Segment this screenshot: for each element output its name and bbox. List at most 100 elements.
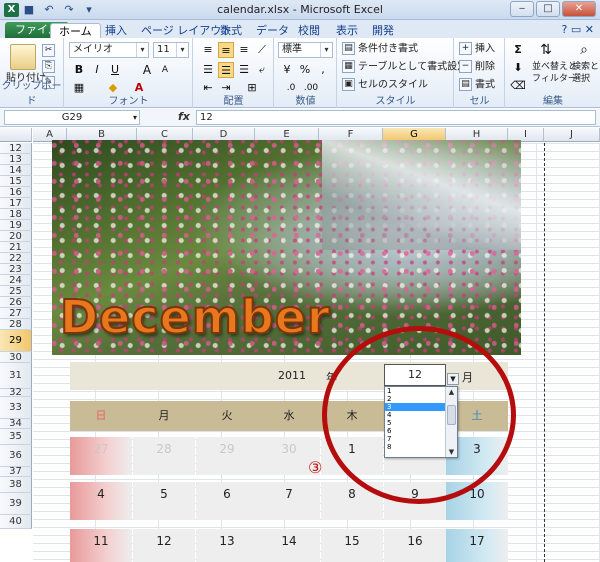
row-header-23[interactable]: 23 [0, 264, 32, 275]
window-controls: ‒ □ ✕ [510, 1, 596, 17]
minimize-button[interactable]: ‒ [510, 1, 534, 17]
row-header-36[interactable]: 36 [0, 445, 32, 467]
maximize-button[interactable]: □ [536, 1, 560, 17]
align-right-icon[interactable]: ☰ [236, 62, 252, 78]
bold-button[interactable]: B [71, 62, 87, 78]
day-cell[interactable]: 11 [70, 529, 132, 562]
format-as-table-button[interactable]: ▦ テーブルとして書式設定 [342, 60, 467, 74]
insert-cells-button[interactable]: + 挿入 [459, 42, 495, 56]
close-button[interactable]: ✕ [562, 1, 596, 17]
delete-cells-button[interactable]: − 削除 [459, 60, 495, 74]
day-cell[interactable]: 6 [196, 482, 258, 520]
row-header-33[interactable]: 33 [0, 397, 32, 419]
column-header-j[interactable]: J [544, 128, 600, 142]
day-cell[interactable]: 29 [196, 437, 258, 475]
fx-icon[interactable]: fx [178, 110, 190, 123]
tab-formulas[interactable]: 数式 [212, 23, 250, 38]
row-header-13[interactable]: 13 [0, 154, 32, 165]
year-cell[interactable]: 2011 [262, 369, 322, 382]
row-header-32[interactable]: 32 [0, 388, 32, 398]
formula-input[interactable]: 12 [196, 110, 596, 125]
row-header-16[interactable]: 16 [0, 187, 32, 198]
group-label-number: 数値 [295, 96, 316, 107]
format-cells-button[interactable]: ▤ 書式 [459, 78, 495, 92]
row-header-12[interactable]: 12 [0, 143, 32, 154]
row-header-20[interactable]: 20 [0, 231, 32, 242]
comma-button[interactable]: , [315, 62, 331, 78]
row-header-15[interactable]: 15 [0, 176, 32, 187]
select-all-corner[interactable] [0, 128, 32, 142]
row-header-35[interactable]: 35 [0, 429, 32, 445]
row-header-26[interactable]: 26 [0, 297, 32, 308]
cut-icon[interactable]: ✂ [42, 44, 58, 58]
font-size-select[interactable]: 11 ▾ [153, 42, 189, 58]
row-header-19[interactable]: 19 [0, 220, 32, 231]
help-icon[interactable]: ? ▭ ✕ [562, 23, 594, 36]
italic-button[interactable]: I [89, 62, 105, 78]
day-cell[interactable]: 14 [258, 529, 320, 562]
row-header-14[interactable]: 14 [0, 165, 32, 176]
tab-insert[interactable]: 挿入 [97, 23, 135, 38]
day-cell[interactable]: 13 [196, 529, 258, 562]
tab-developer[interactable]: 開発 [364, 23, 402, 38]
day-cell[interactable]: 4 [70, 482, 132, 520]
row-header-21[interactable]: 21 [0, 242, 32, 253]
wrap-text-icon[interactable]: ⤶ [254, 62, 270, 78]
find-select-label-2[interactable]: 選択 [572, 72, 590, 86]
font-name-select[interactable]: メイリオ ▾ [69, 42, 149, 58]
row-header-18[interactable]: 18 [0, 209, 32, 220]
row-header-37[interactable]: 37 [0, 467, 32, 477]
group-label-alignment: 配置 [223, 96, 244, 107]
percent-button[interactable]: % [297, 62, 313, 78]
weekday-monday: 月 [158, 409, 170, 422]
grow-font-button[interactable]: A [139, 62, 155, 78]
day-cell[interactable]: 28 [133, 437, 195, 475]
row-header-30[interactable]: 30 [0, 352, 32, 363]
name-box[interactable]: G29 ▾ [4, 110, 140, 125]
day-cell[interactable]: 16 [384, 529, 446, 562]
align-middle-icon[interactable]: ≡ [218, 42, 234, 58]
day-cell[interactable]: 12 [133, 529, 195, 562]
tab-view[interactable]: 表示 [328, 23, 366, 38]
align-top-icon[interactable]: ≡ [200, 42, 216, 58]
number-format-select[interactable]: 標準 ▾ [278, 42, 333, 58]
row-header-27[interactable]: 27 [0, 308, 32, 319]
cell-styles-button[interactable]: ▣ セルのスタイル [342, 78, 428, 92]
row-header-39[interactable]: 39 [0, 493, 32, 515]
row-header-25[interactable]: 25 [0, 286, 32, 297]
day-cell[interactable]: 17 [446, 529, 508, 562]
align-left-icon[interactable]: ☰ [200, 62, 216, 78]
fill-icon[interactable]: ⬇ [510, 60, 526, 76]
tab-home[interactable]: ホーム [50, 23, 101, 38]
row-header-22[interactable]: 22 [0, 253, 32, 264]
day-cell[interactable]: 5 [133, 482, 195, 520]
align-bottom-icon[interactable]: ≡ [236, 42, 252, 58]
row-header-28[interactable]: 28 [0, 319, 32, 330]
day-cell[interactable]: 7 [258, 482, 320, 520]
find-select-icon[interactable]: ⌕ [576, 42, 592, 58]
row-header-24[interactable]: 24 [0, 275, 32, 286]
currency-icon[interactable]: ¥ [279, 62, 295, 78]
day-cell[interactable]: 15 [321, 529, 383, 562]
align-center-icon[interactable]: ☰ [218, 62, 234, 78]
day-cell[interactable]: 27 [70, 437, 132, 475]
sort-filter-label-2[interactable]: フィルター [532, 72, 577, 86]
sort-filter-icon[interactable]: ⇅ [538, 42, 554, 58]
row-header-29[interactable]: 29 [0, 330, 32, 352]
text-orientation-icon[interactable]: ⟋ [254, 42, 270, 58]
copy-icon[interactable]: ⎘ [42, 60, 58, 74]
row-header-34[interactable]: 34 [0, 419, 32, 429]
paste-icon[interactable] [10, 44, 36, 70]
row-header-40[interactable]: 40 [0, 515, 32, 529]
group-label-font: フォント [108, 96, 149, 107]
group-editing: Σ ⬇ ⌫ ⇅ 並べ替えと フィルター ⌕ 検索と 選択 編集 [506, 38, 600, 108]
row-header-31[interactable]: 31 [0, 363, 32, 389]
conditional-format-button[interactable]: ▤ 条件付き書式 [342, 42, 418, 56]
row-header-17[interactable]: 17 [0, 198, 32, 209]
row-header-38[interactable]: 38 [0, 477, 32, 493]
autosum-button[interactable]: Σ [510, 42, 526, 58]
tab-review[interactable]: 校閲 [290, 23, 328, 38]
shrink-font-button[interactable]: A [157, 62, 173, 78]
underline-button[interactable]: U [107, 62, 123, 78]
annotation-circle [322, 326, 516, 504]
